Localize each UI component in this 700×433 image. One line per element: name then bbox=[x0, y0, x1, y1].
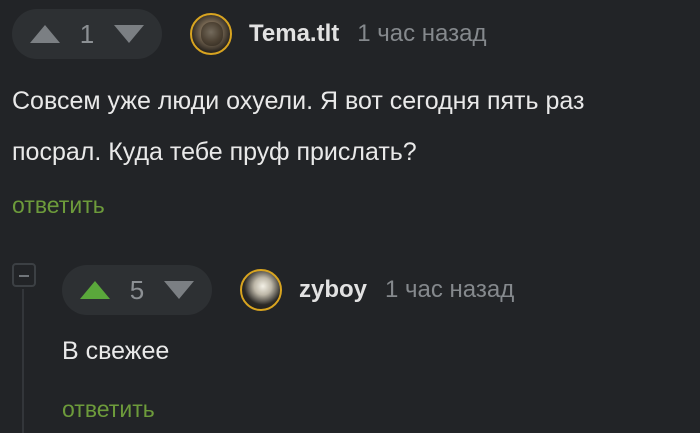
rating-count: 5 bbox=[129, 274, 145, 305]
downvote-icon[interactable] bbox=[114, 25, 144, 43]
timestamp[interactable]: 1 час назад bbox=[385, 276, 514, 304]
comment-header: 5 zyboy 1 час назад bbox=[62, 265, 514, 315]
downvote-icon[interactable] bbox=[164, 281, 194, 299]
comment-text-line: посрал. Куда тебе пруф прислать? bbox=[12, 138, 417, 166]
reply-link[interactable]: ответить bbox=[62, 396, 155, 423]
username[interactable]: Tema.tlt bbox=[249, 20, 339, 48]
comment-text-line: Совсем уже люди охуели. Я вот сегодня пя… bbox=[12, 87, 585, 115]
timestamp[interactable]: 1 час назад bbox=[357, 20, 486, 48]
rating-control: 5 bbox=[62, 265, 212, 315]
rating-count: 1 bbox=[79, 18, 95, 49]
reply-link[interactable]: ответить bbox=[12, 192, 105, 219]
comment-text: В свежее bbox=[62, 331, 169, 371]
avatar[interactable] bbox=[190, 13, 232, 55]
upvote-icon[interactable] bbox=[80, 281, 110, 299]
rating-control: 1 bbox=[12, 9, 162, 59]
username[interactable]: zyboy bbox=[299, 276, 367, 304]
thread-line[interactable] bbox=[22, 289, 24, 433]
upvote-icon[interactable] bbox=[30, 25, 60, 43]
comment-header: 1 Tema.tlt 1 час назад bbox=[12, 9, 486, 59]
comment-text: Совсем уже люди охуели. Я вот сегодня пя… bbox=[12, 76, 584, 178]
avatar[interactable] bbox=[240, 269, 282, 311]
collapse-thread-button[interactable] bbox=[12, 263, 36, 287]
comment-text-line: В свежее bbox=[62, 337, 170, 365]
